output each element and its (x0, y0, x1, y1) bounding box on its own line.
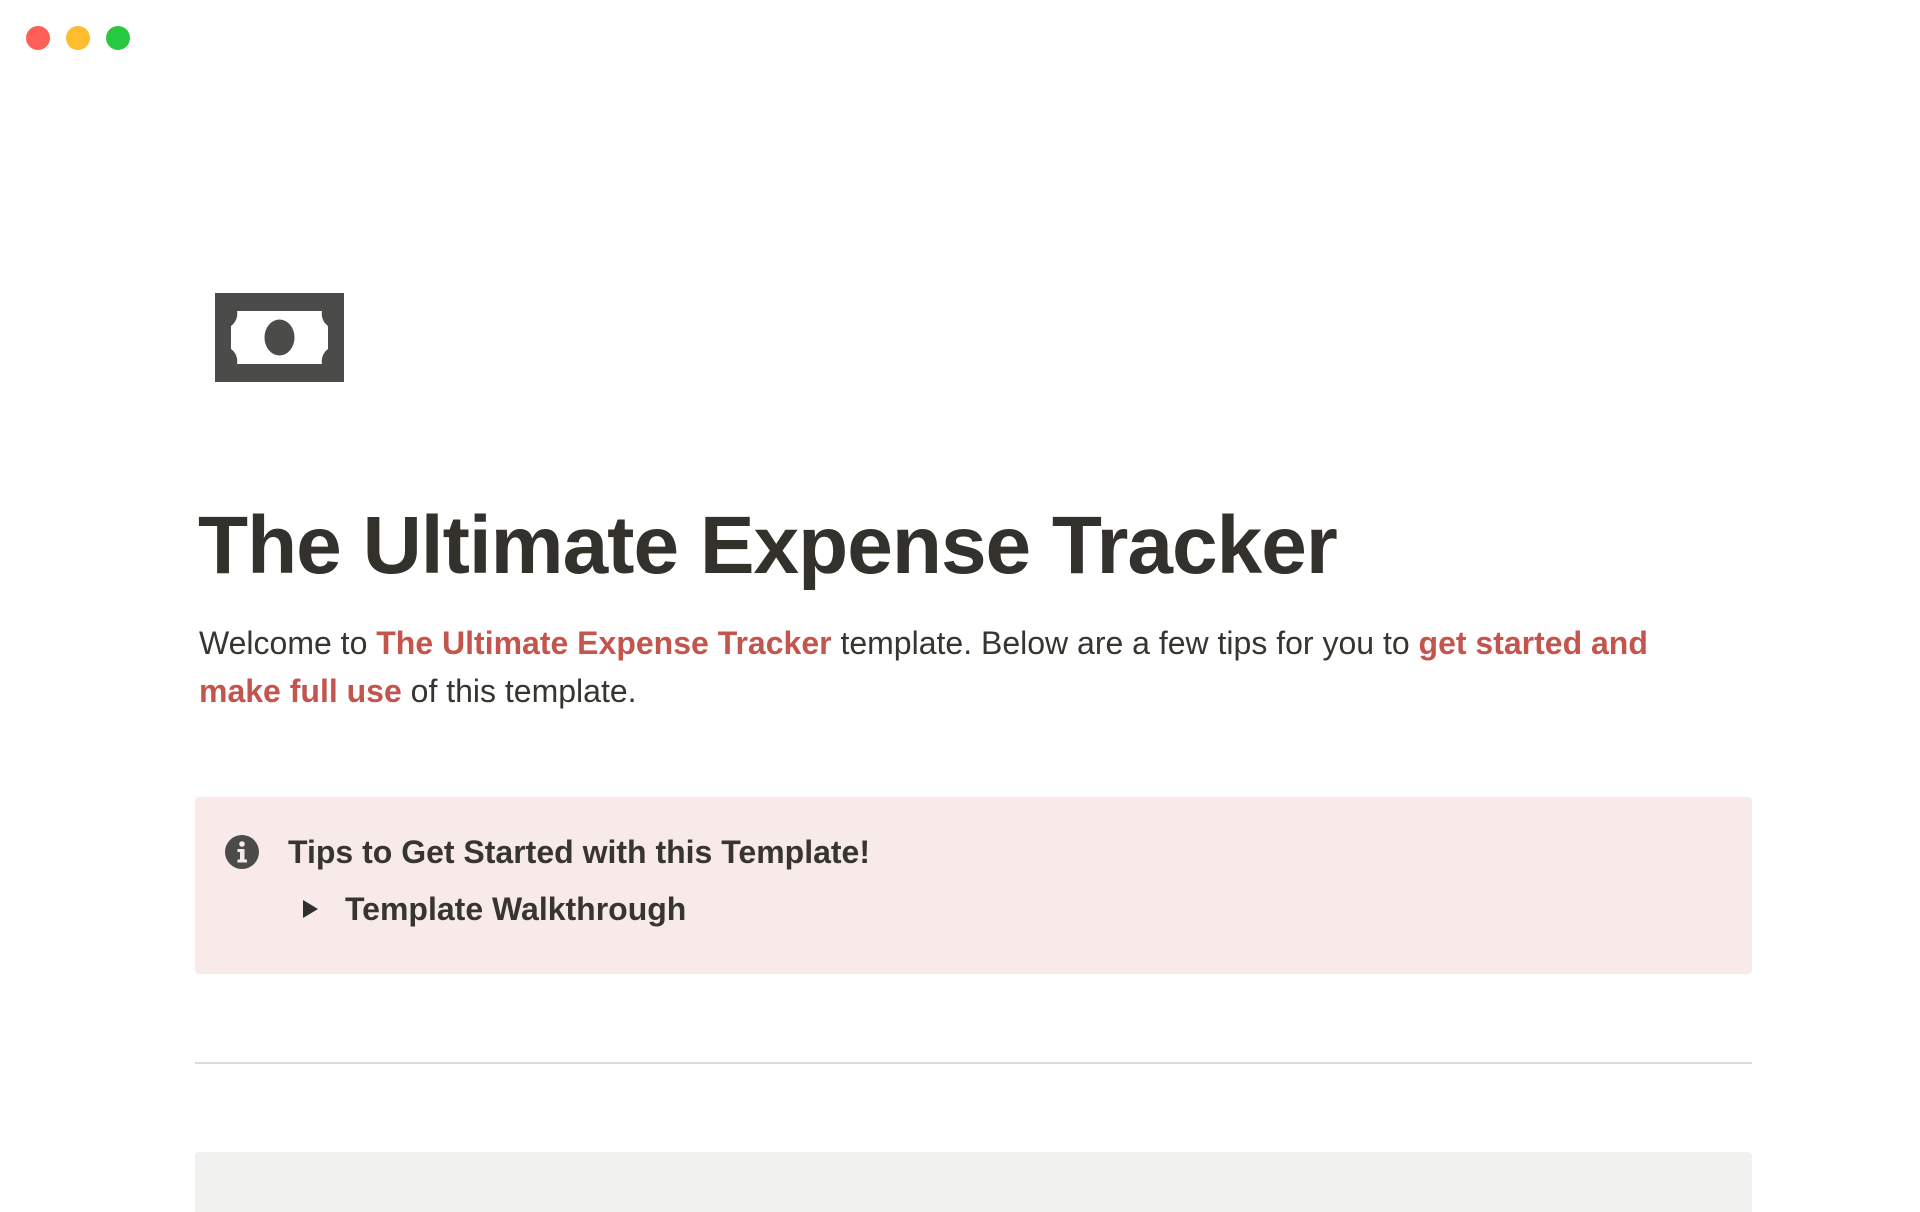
content-block (195, 1152, 1752, 1212)
tips-callout: Tips to Get Started with this Template! … (195, 797, 1752, 974)
intro-text: template. Below are a few tips for you t… (831, 625, 1419, 661)
intro-paragraph: Welcome to The Ultimate Expense Tracker … (199, 619, 1719, 715)
template-walkthrough-toggle[interactable]: Template Walkthrough (298, 886, 686, 932)
window-controls (26, 26, 130, 50)
intro-text: of this template. (401, 673, 637, 709)
callout-heading: Tips to Get Started with this Template! (288, 834, 870, 870)
minimize-window-button[interactable] (66, 26, 90, 50)
dollar-bill-icon[interactable] (215, 293, 344, 382)
triangle-right-icon[interactable] (298, 897, 322, 921)
toggle-label[interactable]: Template Walkthrough (345, 886, 686, 932)
close-window-button[interactable] (26, 26, 50, 50)
divider (195, 1062, 1752, 1064)
intro-text: Welcome to (199, 625, 377, 661)
intro-highlight-title: The Ultimate Expense Tracker (376, 625, 832, 661)
zoom-window-button[interactable] (106, 26, 130, 50)
page-title: The Ultimate Expense Tracker (198, 500, 1338, 591)
info-icon (224, 834, 260, 870)
